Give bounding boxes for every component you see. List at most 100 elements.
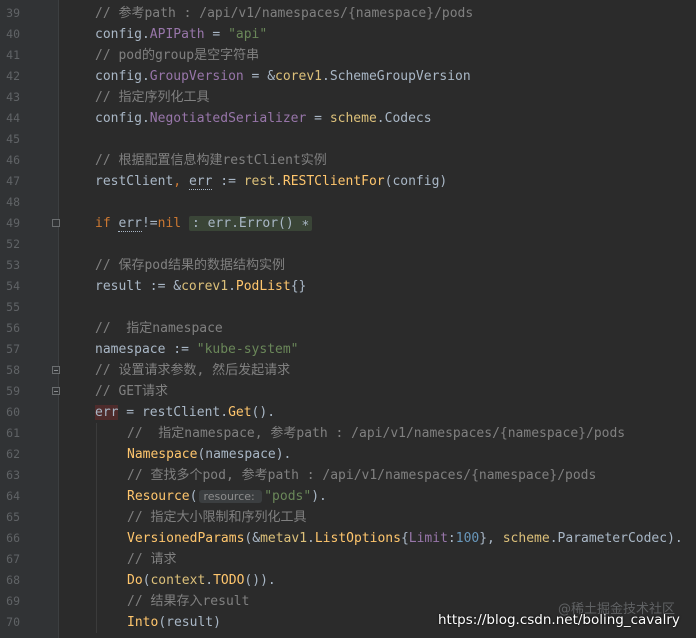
line-number: 48 [6, 195, 20, 209]
code-line[interactable]: 58 // 设置请求参数, 然后发起请求 [0, 360, 696, 381]
code-token: {} [290, 279, 307, 294]
line-number: 55 [6, 300, 20, 314]
code-line[interactable]: 48 [0, 192, 696, 213]
code-text: // 参考path : /api/v1/namespaces/{namespac… [95, 3, 473, 24]
code-line[interactable]: 64 Resource(resource: "pods"). [0, 486, 696, 507]
line-number: 49 [6, 216, 20, 230]
code-token: namespace := [95, 342, 197, 357]
code-comment: // 保存pod结果的数据结构实例 [95, 258, 285, 273]
code-line[interactable]: 57 namespace := "kube-system" [0, 339, 696, 360]
fold-marker-icon[interactable] [52, 219, 60, 227]
code-token: , [173, 174, 189, 189]
code-line[interactable]: 41 // pod的group是空字符串 [0, 45, 696, 66]
code-token: }, [479, 531, 503, 546]
code-token: Do [127, 573, 143, 588]
code-token: err [188, 174, 213, 190]
code-token: metav1 [260, 531, 308, 546]
code-line[interactable]: 55 [0, 297, 696, 318]
code-comment: // 指定大小限制和序列化工具 [127, 510, 307, 525]
code-line[interactable]: 61 // 指定namespace, 参考path : /api/v1/names… [0, 423, 696, 444]
code-line[interactable]: 54 result := &corev1.PodList{} [0, 276, 696, 297]
code-token: ). [311, 489, 327, 504]
code-text: // 根据配置信息构建restClient实例 [95, 150, 327, 171]
line-number: 66 [6, 531, 20, 545]
code-line[interactable]: 53 // 保存pod结果的数据结构实例 [0, 255, 696, 276]
code-token: { [400, 531, 409, 546]
code-line[interactable]: 43 // 指定序列化工具 [0, 87, 696, 108]
code-line[interactable]: 59 // GET请求 [0, 381, 696, 402]
code-text: // 查找多个pod, 参考path : /api/v1/namespaces/… [127, 465, 596, 486]
code-comment: // 请求 [127, 552, 177, 567]
code-token: : err.Error() ∗ [188, 216, 313, 231]
code-line[interactable]: 47 restClient, err := rest.RESTClientFor(… [0, 171, 696, 192]
code-text: result := &corev1.PodList{} [95, 276, 306, 297]
code-comment: // 指定namespace, 参考path : /api/v1/namespa… [127, 426, 626, 441]
code-token: config. [95, 111, 150, 126]
code-text: // 结果存入result [127, 591, 249, 612]
fold-marker-icon[interactable] [52, 366, 60, 374]
line-number: 39 [6, 6, 20, 20]
code-line[interactable]: 42 config.GroupVersion = &corev1.SchemeGr… [0, 66, 696, 87]
line-number: 62 [6, 447, 20, 461]
fold-marker-icon[interactable] [52, 387, 60, 395]
line-number: 59 [6, 384, 20, 398]
code-token: (). [251, 405, 276, 420]
code-text: config.APIPath = "api" [95, 24, 267, 45]
code-line[interactable]: 66 VersionedParams(&metav1.ListOptions{Li… [0, 528, 696, 549]
code-token: = [306, 111, 330, 126]
code-token: context [150, 573, 206, 588]
line-number: 53 [6, 258, 20, 272]
code-line[interactable]: 60 err = restClient.Get(). [0, 402, 696, 423]
line-number: 41 [6, 48, 20, 62]
code-line[interactable]: 63 // 查找多个pod, 参考path : /api/v1/namespace… [0, 465, 696, 486]
code-token: APIPath [149, 27, 205, 42]
line-number: 65 [6, 510, 20, 524]
code-token: restClient [95, 174, 174, 189]
code-token: nil [157, 216, 182, 231]
code-token: Into [127, 615, 159, 630]
code-token: result := & [95, 279, 182, 294]
code-line[interactable]: 67 // 请求 [0, 549, 696, 570]
code-line[interactable]: 40 config.APIPath = "api" [0, 24, 696, 45]
code-comment: // 查找多个pod, 参考path : /api/v1/namespaces/… [127, 468, 597, 483]
code-line[interactable]: 45 [0, 129, 696, 150]
code-token: Get [228, 405, 252, 420]
code-token: TODO [213, 573, 245, 588]
code-line[interactable]: 68 Do(context.TODO()). [0, 570, 696, 591]
code-text: Do(context.TODO()). [127, 570, 276, 591]
code-text: // 保存pod结果的数据结构实例 [95, 255, 285, 276]
line-number: 64 [6, 489, 20, 503]
code-token: != [141, 216, 158, 231]
code-line[interactable]: 52 [0, 234, 696, 255]
watermark-url: https://blog.csdn.net/boling_cavalry [438, 612, 680, 628]
code-comment: // 指定namespace [95, 321, 223, 336]
code-line[interactable]: 56 // 指定namespace [0, 318, 696, 339]
line-number: 56 [6, 321, 20, 335]
code-token: .Codecs [376, 111, 432, 126]
line-number: 69 [6, 594, 20, 608]
line-number: 67 [6, 552, 20, 566]
code-token: if [95, 216, 119, 231]
line-number: 52 [6, 237, 20, 251]
code-comment: // GET请求 [95, 384, 168, 399]
code-text: VersionedParams(&metav1.ListOptions{Limi… [127, 528, 683, 549]
code-text: // 指定namespace [95, 318, 223, 339]
line-number: 47 [6, 174, 20, 188]
code-line[interactable]: 39 // 参考path : /api/v1/namespaces/{namesp… [0, 3, 696, 24]
code-line[interactable]: 49 if err!=nil : err.Error() ∗ [0, 213, 696, 234]
code-text: // GET请求 [95, 381, 168, 402]
code-line[interactable]: 46 // 根据配置信息构建restClient实例 [0, 150, 696, 171]
code-line[interactable]: 65 // 指定大小限制和序列化工具 [0, 507, 696, 528]
code-text: // 设置请求参数, 然后发起请求 [95, 360, 290, 381]
code-line[interactable]: 44 config.NegotiatedSerializer = scheme.C… [0, 108, 696, 129]
code-token: err [118, 216, 142, 232]
code-text: restClient, err := rest.RESTClientFor(co… [95, 171, 447, 192]
code-text: if err!=nil : err.Error() ∗ [95, 213, 313, 234]
code-token: err [95, 405, 119, 420]
code-editor[interactable]: 39 // 参考path : /api/v1/namespaces/{namesp… [0, 3, 696, 633]
code-line[interactable]: 62 Namespace(namespace). [0, 444, 696, 465]
code-text: config.GroupVersion = &corev1.SchemeGrou… [95, 66, 471, 87]
code-token: Limit [408, 531, 448, 546]
code-token: 100 [455, 531, 480, 546]
code-comment: // pod的group是空字符串 [95, 48, 260, 63]
